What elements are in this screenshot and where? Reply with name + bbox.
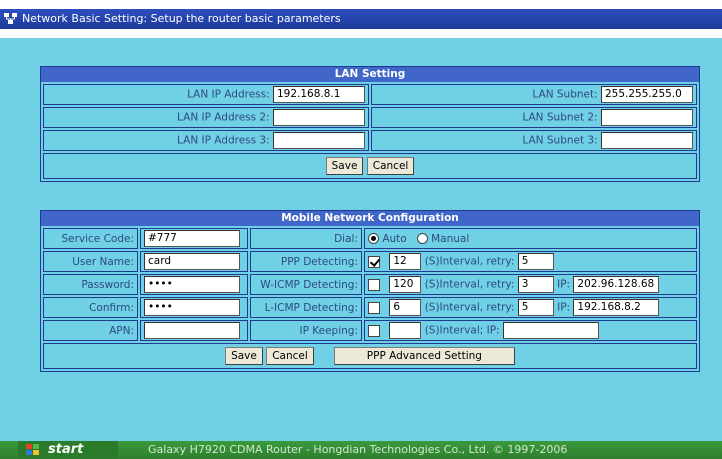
password-input[interactable]: •••• bbox=[144, 276, 240, 293]
dial-options: Auto Manual bbox=[364, 228, 697, 249]
lan-ip2-input[interactable] bbox=[273, 109, 365, 126]
apn-cell bbox=[140, 320, 248, 341]
ip-keeping-ip-input[interactable] bbox=[502, 322, 599, 339]
service-code-input[interactable]: #777 bbox=[144, 230, 240, 247]
password-cell: •••• bbox=[140, 274, 248, 295]
ppp-detecting-label: PPP Detecting: bbox=[250, 251, 362, 272]
taskbar: start Galaxy H7920 CDMA Router - Hongdia… bbox=[0, 441, 722, 459]
lan-button-row: Save Cancel bbox=[43, 153, 697, 179]
username-cell: card bbox=[140, 251, 248, 272]
lan-ip-input[interactable]: 192.168.8.1 bbox=[273, 86, 365, 103]
lan-subnet-label: LAN Subnet: bbox=[532, 88, 598, 101]
licmp-detecting-label: L-ICMP Detecting: bbox=[250, 297, 362, 318]
dial-label: Dial: bbox=[250, 228, 362, 249]
dial-manual-radio[interactable] bbox=[416, 233, 428, 244]
lan-subnet3-input[interactable] bbox=[601, 132, 693, 149]
lan-setting-heading: LAN Setting bbox=[41, 67, 699, 82]
apn-label: APN: bbox=[43, 320, 138, 341]
username-input[interactable]: card bbox=[144, 253, 240, 270]
lan-subnet-input[interactable]: 255.255.255.0 bbox=[601, 86, 693, 103]
dial-auto-radio[interactable] bbox=[368, 233, 379, 244]
ip-keeping-checkbox[interactable] bbox=[368, 324, 380, 337]
wicmp-interval-input[interactable]: 120 bbox=[389, 276, 422, 293]
mobile-network-table: Service Code: #777 Dial: Auto Manual Use… bbox=[41, 226, 699, 371]
licmp-ip-text: IP: bbox=[557, 301, 571, 314]
apn-input[interactable] bbox=[144, 322, 240, 339]
ppp-interval-retry-text: (S)Interval, retry: bbox=[424, 255, 515, 268]
ip-keeping-interval-ip-text: (S)Interval; IP: bbox=[424, 324, 500, 337]
lan-cancel-button[interactable]: Cancel bbox=[366, 157, 415, 175]
lan-ip2-row: LAN IP Address 2: bbox=[43, 107, 369, 128]
dial-manual-label: Manual bbox=[431, 232, 470, 245]
status-text: Galaxy H7920 CDMA Router - Hongdian Tech… bbox=[148, 443, 568, 456]
lan-ip2-label: LAN IP Address 2: bbox=[177, 111, 270, 124]
wicmp-ip-text: IP: bbox=[557, 278, 571, 291]
network-icon bbox=[4, 13, 17, 24]
lan-setting-table: LAN IP Address: 192.168.8.1 LAN Subnet: … bbox=[41, 82, 699, 181]
wicmp-ip-input[interactable]: 202.96.128.68 bbox=[573, 276, 660, 293]
service-code-label: Service Code: bbox=[43, 228, 138, 249]
ppp-interval-input[interactable]: 12 bbox=[389, 253, 422, 270]
lan-ip3-label: LAN IP Address 3: bbox=[177, 134, 270, 147]
lan-ip-row: LAN IP Address: 192.168.8.1 bbox=[43, 84, 369, 105]
licmp-interval-input[interactable]: 6 bbox=[389, 299, 422, 316]
ppp-retry-input[interactable]: 5 bbox=[517, 253, 554, 270]
licmp-ip-input[interactable]: 192.168.8.2 bbox=[573, 299, 660, 316]
mobile-network-panel: Mobile Network Configuration Service Cod… bbox=[40, 210, 700, 372]
mobile-save-button[interactable]: Save bbox=[225, 347, 263, 365]
ip-keeping-label: IP Keeping: bbox=[250, 320, 362, 341]
ip-keeping-interval-input[interactable] bbox=[389, 322, 422, 339]
lan-save-button[interactable]: Save bbox=[325, 157, 364, 175]
ppp-detecting-options: 12 (S)Interval, retry: 5 bbox=[364, 251, 697, 272]
licmp-detecting-options: 6 (S)Interval, retry: 5 IP: 192.168.8.2 bbox=[364, 297, 697, 318]
title-bar: Network Basic Setting: Setup the router … bbox=[0, 9, 722, 29]
lan-setting-panel: LAN Setting LAN IP Address: 192.168.8.1 … bbox=[40, 66, 700, 182]
start-label: start bbox=[48, 442, 84, 457]
lan-ip-label: LAN IP Address: bbox=[187, 88, 270, 101]
mobile-cancel-button[interactable]: Cancel bbox=[266, 347, 314, 365]
wicmp-retry-input[interactable]: 3 bbox=[517, 276, 554, 293]
lan-subnet2-row: LAN Subnet 2: bbox=[371, 107, 697, 128]
dial-auto-label: Auto bbox=[382, 232, 407, 245]
ip-keeping-options: (S)Interval; IP: bbox=[364, 320, 697, 341]
lan-ip3-row: LAN IP Address 3: bbox=[43, 130, 369, 151]
confirm-label: Confirm: bbox=[43, 297, 138, 318]
confirm-cell: •••• bbox=[140, 297, 248, 318]
page-title: Network Basic Setting: Setup the router … bbox=[22, 12, 341, 25]
mobile-button-row: Save Cancel PPP Advanced Setting bbox=[43, 343, 697, 369]
windows-logo-icon bbox=[26, 444, 39, 455]
lan-subnet3-label: LAN Subnet 3: bbox=[522, 134, 598, 147]
lan-subnet3-row: LAN Subnet 3: bbox=[371, 130, 697, 151]
wicmp-detecting-options: 120 (S)Interval, retry: 3 IP: 202.96.128… bbox=[364, 274, 697, 295]
wicmp-detecting-checkbox[interactable] bbox=[368, 278, 380, 291]
lan-ip3-input[interactable] bbox=[273, 132, 365, 149]
ppp-advanced-setting-button[interactable]: PPP Advanced Setting bbox=[333, 347, 515, 365]
lan-subnet2-label: LAN Subnet 2: bbox=[522, 111, 598, 124]
wicmp-detecting-label: W-ICMP Detecting: bbox=[250, 274, 362, 295]
licmp-retry-input[interactable]: 5 bbox=[517, 299, 554, 316]
wicmp-interval-retry-text: (S)Interval, retry: bbox=[424, 278, 515, 291]
username-label: User Name: bbox=[43, 251, 138, 272]
ppp-detecting-checkbox[interactable] bbox=[368, 255, 380, 268]
start-button[interactable]: start bbox=[18, 441, 118, 459]
password-label: Password: bbox=[43, 274, 138, 295]
licmp-detecting-checkbox[interactable] bbox=[368, 301, 380, 314]
lan-subnet2-input[interactable] bbox=[601, 109, 693, 126]
confirm-input[interactable]: •••• bbox=[144, 299, 240, 316]
licmp-interval-retry-text: (S)Interval, retry: bbox=[424, 301, 515, 314]
mobile-network-heading: Mobile Network Configuration bbox=[41, 211, 699, 226]
lan-subnet-row: LAN Subnet: 255.255.255.0 bbox=[371, 84, 697, 105]
service-code-cell: #777 bbox=[140, 228, 248, 249]
